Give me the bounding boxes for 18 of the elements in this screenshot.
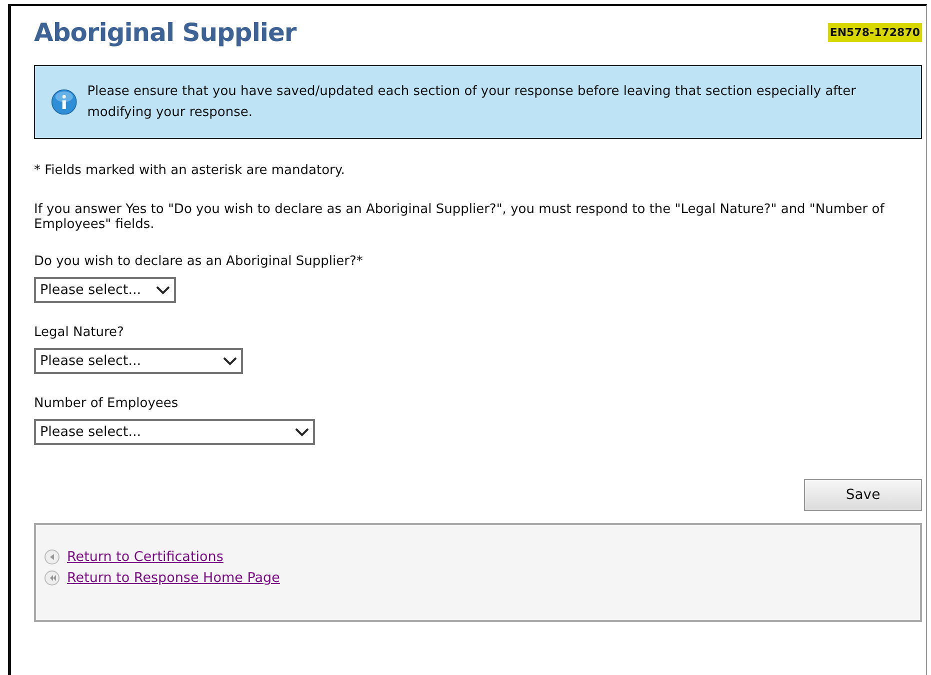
field-label: Do you wish to declare as an Aboriginal Supplier?*: [34, 254, 364, 269]
return-link[interactable]: Return to Certifications: [67, 549, 224, 565]
dropdown[interactable]: Please select...: [34, 419, 315, 445]
dropdown[interactable]: Please select...: [34, 277, 176, 303]
field-label: Number of Employees: [34, 396, 180, 411]
chevron-down-icon: [295, 428, 309, 436]
save-button[interactable]: Save: [804, 479, 922, 511]
info-icon: [51, 87, 78, 117]
return-link[interactable]: Return to Response Home Page: [67, 570, 280, 586]
page-title: Aboriginal Supplier: [34, 18, 296, 47]
dropdown[interactable]: Please select...: [34, 348, 243, 374]
reference-number: EN578-172870: [828, 23, 922, 42]
mandatory-note: * Fields marked with an asterisk are mandatory.: [34, 163, 346, 178]
instructions-text: If you answer Yes to "Do you wish to declare as an Aboriginal Supplier?", you must respond to the "Legal Nature?" and "Number of Employees" fields.: [34, 202, 886, 232]
notice-text: Please ensure that you have saved/updated each section of your response before leaving that section especially after modifying your response.: [87, 83, 857, 122]
field-label: Legal Nature?: [34, 325, 125, 340]
chevron-down-icon: [223, 356, 237, 366]
chevron-down-icon: [156, 286, 170, 294]
